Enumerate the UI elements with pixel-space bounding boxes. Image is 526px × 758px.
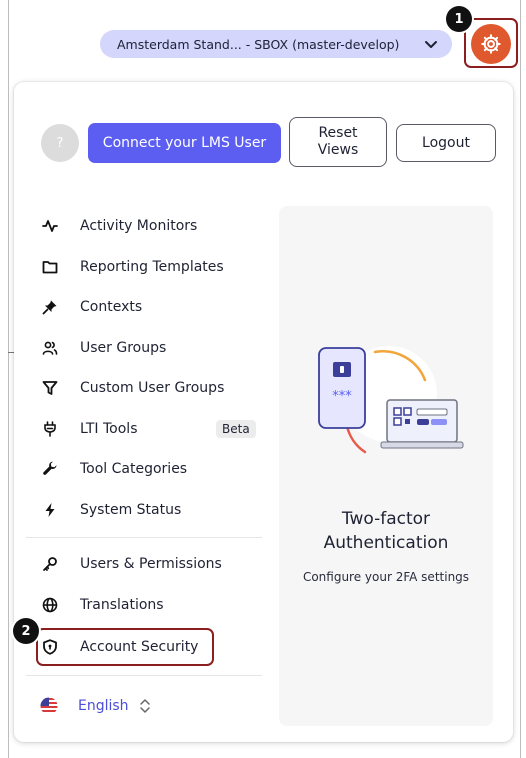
chevron-down-icon	[425, 41, 437, 48]
filter-icon	[42, 381, 58, 395]
menu-item-label: User Groups	[80, 340, 167, 356]
reset-views-label: Reset Views	[317, 125, 359, 158]
gear-icon	[481, 34, 501, 54]
promo-title-line: Authentication	[323, 533, 449, 553]
chevron-up-down-icon	[140, 699, 150, 713]
menu-item-label: Activity Monitors	[80, 218, 198, 234]
language-label: English	[78, 698, 129, 714]
menu-item-system-status[interactable]: System Status	[36, 493, 264, 527]
plug-icon	[44, 421, 56, 437]
lightning-icon	[45, 503, 55, 517]
wrench-icon	[43, 461, 57, 475]
environment-label: Amsterdam Stand... - SBOX (master-develo…	[117, 36, 400, 52]
menu-item-label: Custom User Groups	[80, 380, 225, 396]
promo-title: Two-factor Authentication	[279, 507, 493, 555]
globe-icon	[42, 597, 58, 613]
step-marker-2: 2	[13, 618, 39, 644]
environment-selector[interactable]: Amsterdam Stand... - SBOX (master-develo…	[100, 30, 452, 58]
menu-item-lti-tools[interactable]: LTI Tools Beta	[36, 412, 264, 446]
users-icon	[42, 341, 58, 355]
menu-item-contexts[interactable]: Contexts	[36, 290, 264, 324]
menu-item-activity-monitors[interactable]: Activity Monitors	[36, 209, 264, 243]
menu-item-label: Reporting Templates	[80, 259, 224, 275]
pin-icon	[42, 300, 57, 315]
beta-badge: Beta	[216, 420, 256, 438]
menu-divider	[26, 537, 262, 538]
menu-item-reporting-templates[interactable]: Reporting Templates	[36, 250, 264, 284]
settings-button[interactable]	[471, 24, 511, 64]
menu-item-label: Contexts	[80, 299, 143, 315]
window-border-right	[520, 0, 521, 758]
window-border-left	[8, 0, 9, 758]
reset-views-button[interactable]: Reset Views	[289, 117, 387, 167]
activity-icon	[42, 220, 58, 232]
menu-item-user-groups[interactable]: User Groups	[36, 331, 264, 365]
menu-item-users-permissions[interactable]: Users & Permissions	[36, 547, 264, 581]
promo-title-line: Two-factor	[341, 509, 431, 529]
code-mask-text: ***	[332, 389, 352, 404]
menu-item-label: LTI Tools	[80, 421, 138, 437]
menu-item-tool-categories[interactable]: Tool Categories	[36, 452, 264, 486]
avatar: ?	[41, 124, 79, 162]
menu-item-translations[interactable]: Translations	[36, 588, 264, 622]
menu-item-label: System Status	[80, 502, 182, 518]
folder-icon	[42, 261, 58, 274]
account-security-highlight	[36, 628, 214, 666]
key-icon	[43, 557, 57, 571]
menu-divider	[26, 675, 262, 676]
logout-button[interactable]: Logout	[396, 124, 496, 162]
menu-item-custom-user-groups[interactable]: Custom User Groups	[36, 371, 264, 405]
menu-item-label: Translations	[80, 597, 164, 613]
menu-item-label: Tool Categories	[80, 461, 188, 477]
promo-subtitle: Configure your 2FA settings	[302, 570, 470, 584]
us-flag-icon	[40, 697, 58, 715]
menu-item-label: Users & Permissions	[80, 556, 222, 572]
two-factor-illustration: ***	[318, 346, 464, 454]
connect-lms-user-button[interactable]: Connect your LMS User	[88, 123, 281, 163]
step-marker-1: 1	[446, 6, 472, 32]
